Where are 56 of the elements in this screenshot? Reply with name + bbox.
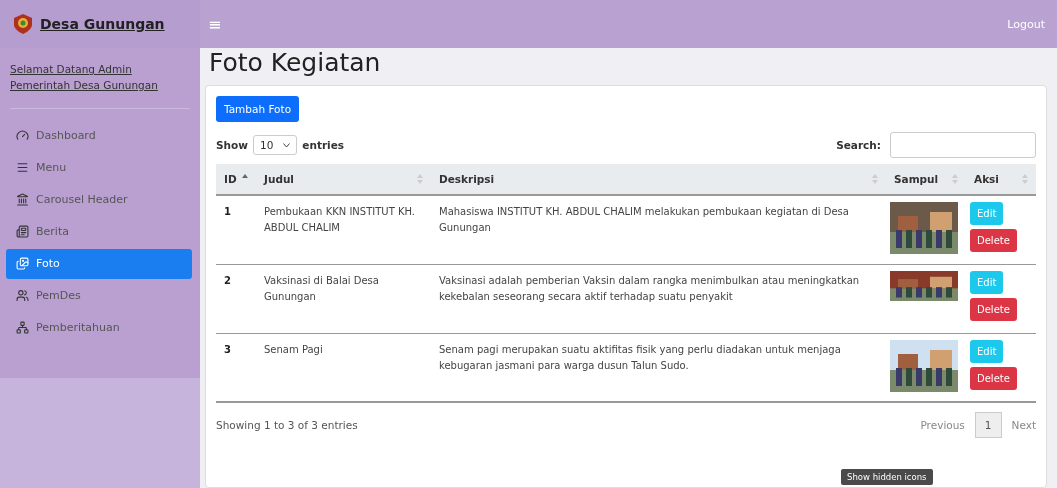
- delete-button[interactable]: Delete: [970, 367, 1017, 390]
- edit-button[interactable]: Edit: [970, 271, 1004, 294]
- edit-button[interactable]: Edit: [970, 340, 1004, 363]
- add-photo-button[interactable]: Tambah Foto: [216, 96, 300, 122]
- network-icon: [16, 321, 29, 334]
- description-cell: Mahasiswa INSTITUT KH. ABDUL CHALIM melakukan pembukaan kegiatan di Desa Gunungan: [431, 196, 886, 265]
- previous-link[interactable]: Previous: [920, 419, 965, 431]
- landmark-icon: [16, 193, 29, 206]
- sort-icon: [872, 174, 878, 184]
- next-link[interactable]: Next: [1011, 419, 1036, 431]
- search-label: Search:: [836, 139, 881, 151]
- sort-icon: [1022, 174, 1028, 184]
- sidebar-item[interactable]: PemDes: [6, 280, 192, 311]
- sidebar-item[interactable]: Menu: [6, 152, 192, 183]
- newspaper-icon: [16, 225, 29, 238]
- edit-button[interactable]: Edit: [970, 202, 1004, 225]
- sidebar-item[interactable]: Berita: [6, 216, 192, 247]
- column-header[interactable]: Judul: [256, 164, 431, 196]
- search-field[interactable]: [890, 132, 1036, 158]
- entries-label: entries: [302, 139, 345, 151]
- brand-link[interactable]: Desa Gunungan: [40, 16, 165, 32]
- users-icon: [16, 289, 29, 302]
- title-cell: Pembukaan KKN INSTITUT KH. ABDUL CHALIM: [256, 196, 431, 265]
- description-cell: Vaksinasi adalah pemberian Vaksin dalam rangka menimbulkan atau meningkatkan kekebalan seseorang secara aktif terhadap suatu penyakit: [431, 265, 886, 334]
- menu-toggle[interactable]: ≡: [208, 14, 222, 34]
- emblem-icon: [14, 14, 32, 34]
- sort-icon: [417, 174, 423, 184]
- title-cell: Vaksinasi di Balai Desa Gunungan: [256, 265, 431, 334]
- gauge-icon: [16, 129, 29, 142]
- images-icon: [16, 257, 29, 270]
- sidebar-item[interactable]: Foto: [6, 248, 192, 279]
- title-cell: Senam Pagi: [256, 334, 431, 403]
- column-header[interactable]: Deskripsi: [431, 164, 886, 196]
- entries-select[interactable]: 10: [252, 135, 298, 155]
- column-header[interactable]: Aksi: [966, 164, 1036, 196]
- tooltip: Show hidden icons: [841, 469, 933, 485]
- chevron-icon: [283, 142, 291, 148]
- table-info: Showing 1 to 3 of 3 entries: [216, 419, 358, 431]
- logout-link[interactable]: Logout: [1007, 17, 1045, 31]
- welcome-link[interactable]: Selamat Datang Admin Pemerintah Desa Gunungan: [10, 62, 190, 109]
- id-cell: 1: [216, 196, 256, 265]
- page-button[interactable]: 1: [974, 412, 1002, 438]
- id-cell: 2: [216, 265, 256, 334]
- sort-icon: [952, 174, 958, 184]
- menu-icon: [16, 161, 29, 174]
- sidebar-item[interactable]: Pemberitahuan: [6, 312, 192, 343]
- column-header[interactable]: ID: [216, 164, 256, 196]
- delete-button[interactable]: Delete: [970, 229, 1017, 252]
- delete-button[interactable]: Delete: [970, 298, 1017, 321]
- column-header[interactable]: Sampul: [886, 164, 966, 196]
- description-cell: Senam pagi merupakan suatu aktifitas fisik yang perlu diadakan untuk menjaga kebugaran jasmani para warga dusun Talun Sudo.: [431, 334, 886, 403]
- sidebar-item[interactable]: Dashboard: [6, 120, 192, 151]
- page-title: Foto Kegiatan: [208, 48, 382, 79]
- id-cell: 3: [216, 334, 256, 403]
- sidebar-item[interactable]: Carousel Header: [6, 184, 192, 215]
- show-label: Show: [216, 139, 248, 151]
